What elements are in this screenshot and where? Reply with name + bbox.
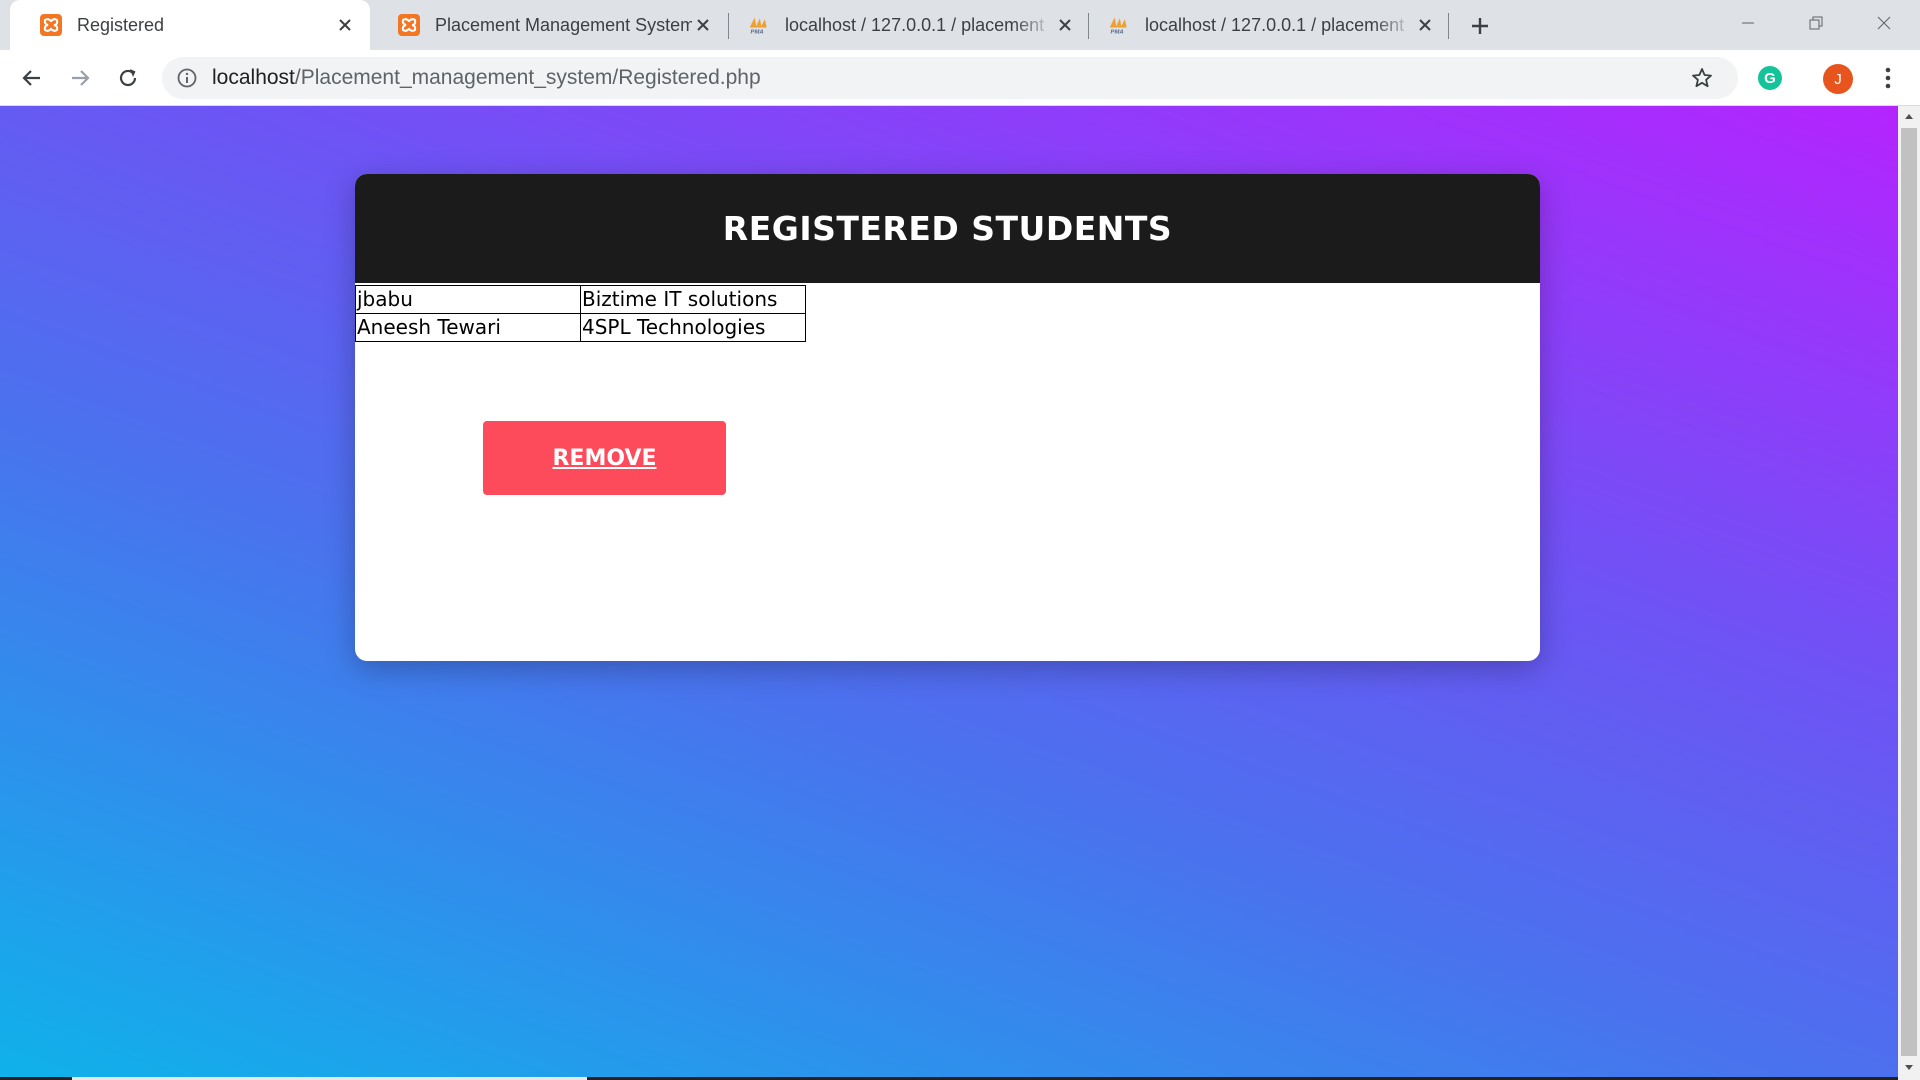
back-arrow-icon xyxy=(22,70,40,86)
tab-title: Registered xyxy=(77,14,165,35)
student-name-cell: Aneesh Tewari xyxy=(355,313,581,342)
tab-separator xyxy=(1448,13,1449,39)
close-tab-icon[interactable] xyxy=(334,14,356,36)
student-name-cell: jbabu xyxy=(355,285,581,314)
restore-icon xyxy=(1809,16,1823,30)
minimize-button[interactable] xyxy=(1728,6,1768,40)
close-tab-icon[interactable] xyxy=(1054,14,1076,36)
info-icon[interactable] xyxy=(176,67,198,89)
address-bar[interactable]: localhost/Placement_management_system/Re… xyxy=(162,57,1738,99)
profile-avatar[interactable]: J xyxy=(1823,64,1853,94)
close-window-button[interactable] xyxy=(1864,6,1904,40)
tab-placement-management-system[interactable]: Placement Management System xyxy=(368,0,728,50)
vertical-scrollbar[interactable] xyxy=(1898,106,1920,1080)
grammarly-extension-icon[interactable]: G xyxy=(1758,66,1782,90)
scroll-down-arrow-icon[interactable] xyxy=(1898,1058,1920,1078)
plus-icon xyxy=(1472,18,1488,34)
remove-button-label: REMOVE xyxy=(552,445,657,471)
page-title: REGISTERED STUDENTS xyxy=(722,209,1173,248)
tab-registered[interactable]: Registered xyxy=(10,0,370,50)
forward-button[interactable] xyxy=(62,60,98,96)
profile-initial: J xyxy=(1834,70,1842,88)
close-tab-icon[interactable] xyxy=(1414,14,1436,36)
card-header: REGISTERED STUDENTS xyxy=(355,174,1540,283)
scroll-up-arrow-icon[interactable] xyxy=(1898,106,1920,126)
close-tab-icon[interactable] xyxy=(692,14,714,36)
registered-students-card: REGISTERED STUDENTS jbabu Biztime IT sol… xyxy=(355,174,1540,661)
bookmark-star-icon[interactable] xyxy=(1690,66,1714,90)
kebab-menu-icon xyxy=(1885,67,1891,89)
svg-text:PMA: PMA xyxy=(1111,29,1124,35)
phpmyadmin-icon: PMA xyxy=(1108,14,1130,36)
url-host: localhost xyxy=(212,66,295,89)
tab-title: localhost / 127.0.0.1 / placement xyxy=(1145,14,1405,35)
table-row[interactable]: Aneesh Tewari 4SPL Technologies xyxy=(355,313,806,342)
reload-icon xyxy=(119,69,137,87)
reload-button[interactable] xyxy=(110,60,146,96)
students-table: jbabu Biztime IT solutions Aneesh Tewari… xyxy=(355,285,806,342)
new-tab-button[interactable] xyxy=(1466,12,1494,40)
remove-button[interactable]: REMOVE xyxy=(483,421,726,495)
browser-toolbar: localhost/Placement_management_system/Re… xyxy=(0,50,1920,106)
phpmyadmin-icon: PMA xyxy=(748,14,770,36)
close-icon xyxy=(1877,16,1891,30)
tab-title: localhost / 127.0.0.1 / placement xyxy=(785,14,1045,35)
company-cell: Biztime IT solutions xyxy=(580,285,806,314)
grammarly-letter: G xyxy=(1764,69,1776,87)
restore-button[interactable] xyxy=(1796,6,1836,40)
browser-menu-button[interactable] xyxy=(1874,62,1902,94)
page-viewport: REGISTERED STUDENTS jbabu Biztime IT sol… xyxy=(0,106,1898,1080)
back-button[interactable] xyxy=(14,60,50,96)
minimize-icon xyxy=(1742,22,1754,24)
tab-title: Placement Management System xyxy=(435,14,692,35)
company-cell: 4SPL Technologies xyxy=(580,313,806,342)
forward-arrow-icon xyxy=(72,70,90,86)
tab-phpmyadmin-1[interactable]: PMA localhost / 127.0.0.1 / placement xyxy=(718,0,1090,50)
table-row[interactable]: jbabu Biztime IT solutions xyxy=(355,285,806,314)
xampp-icon xyxy=(40,14,62,36)
scroll-thumb[interactable] xyxy=(1901,128,1917,1056)
svg-text:PMA: PMA xyxy=(751,29,764,35)
url-text[interactable]: localhost/Placement_management_system/Re… xyxy=(212,67,761,89)
tab-phpmyadmin-2[interactable]: PMA localhost / 127.0.0.1 / placement xyxy=(1078,0,1450,50)
xampp-icon xyxy=(398,14,420,36)
url-path: /Placement_management_system/Registered.… xyxy=(294,66,761,89)
tab-strip: Registered Placement Management System P… xyxy=(0,0,1920,50)
